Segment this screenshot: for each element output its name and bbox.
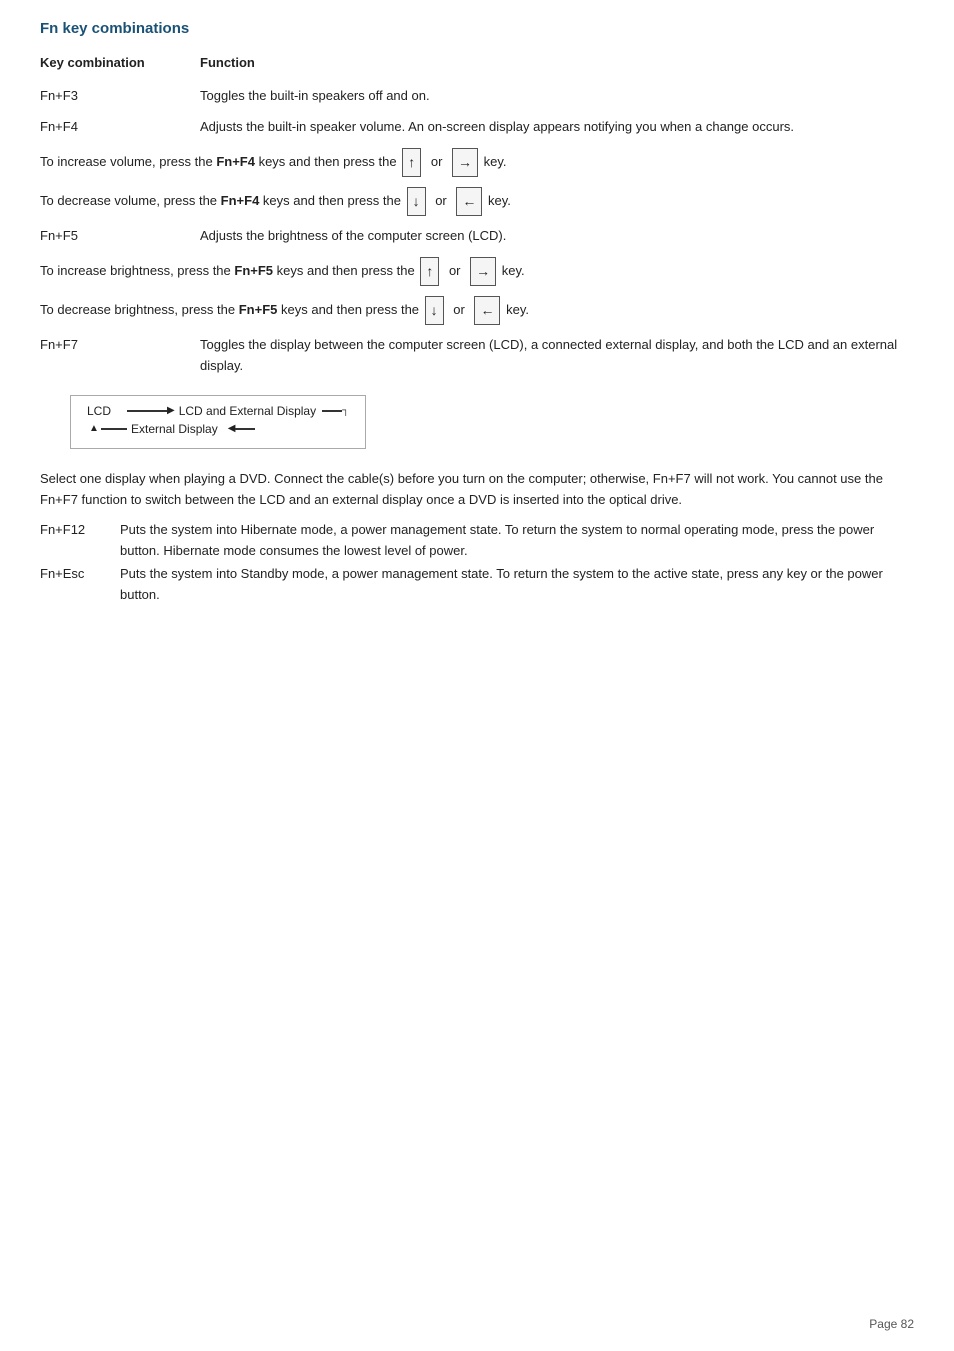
fn-f3-function: Toggles the built-in speakers off and on…: [200, 86, 914, 107]
fn-f7-entry: Fn+F7 Toggles the display between the co…: [40, 335, 914, 377]
table-header: Key combination Function: [40, 55, 914, 70]
volume-increase-text: To increase volume, press the: [40, 154, 216, 169]
volume-decrease-suffix: keys and then press the: [259, 193, 404, 208]
left-arrow-icon: ←: [456, 187, 482, 216]
fn-f12-entry: Fn+F12 Puts the system into Hibernate mo…: [40, 520, 914, 562]
fn-f5-entry: Fn+F5 Adjusts the brightness of the comp…: [40, 226, 914, 247]
lcd-label: LCD: [87, 404, 127, 418]
dense-entries: Fn+F12 Puts the system into Hibernate mo…: [40, 520, 914, 605]
up-arrow-icon: ↑: [402, 148, 421, 177]
key-text-4: key.: [506, 302, 529, 317]
volume-increase-suffix: keys and then press the: [255, 154, 400, 169]
page-number: Page 82: [869, 1317, 914, 1331]
fn-f7-key: Fn+F7: [40, 335, 200, 377]
up-arrow-icon-2: ↑: [420, 257, 439, 286]
fn-f4-key: Fn+F4: [40, 117, 200, 138]
fn-f4-entry: Fn+F4 Adjusts the built-in speaker volum…: [40, 117, 914, 138]
page-title: Fn key combinations: [40, 20, 914, 37]
key-combination-header: Key combination: [40, 55, 200, 70]
right-arrow-icon: →: [452, 148, 478, 177]
fn-f12-key: Fn+F12: [40, 520, 120, 562]
brightness-increase-suffix: keys and then press the: [273, 263, 418, 278]
brightness-increase-keys: Fn+F5: [234, 263, 273, 278]
select-dvd-text: Select one display when playing a DVD. C…: [40, 469, 914, 511]
brightness-increase-text: To increase brightness, press the: [40, 263, 234, 278]
key-text-1: key.: [484, 154, 507, 169]
brightness-decrease-text: To decrease brightness, press the: [40, 302, 239, 317]
fn-f5-key: Fn+F5: [40, 226, 200, 247]
volume-decrease-line: To decrease volume, press the Fn+F4 keys…: [40, 187, 914, 216]
key-text-3: key.: [502, 263, 525, 278]
fn-f12-function: Puts the system into Hibernate mode, a p…: [120, 520, 914, 562]
fn-esc-entry: Fn+Esc Puts the system into Standby mode…: [40, 564, 914, 606]
external-label: External Display: [131, 422, 218, 436]
volume-increase-line: To increase volume, press the Fn+F4 keys…: [40, 148, 914, 177]
lcd-diagram: LCD ▶ LCD and External Display ┐ ▲ Exter…: [70, 395, 366, 449]
key-text-2: key.: [488, 193, 511, 208]
fn-f7-function: Toggles the display between the computer…: [200, 335, 914, 377]
down-arrow-icon-2: ↓: [425, 296, 444, 325]
brightness-decrease-suffix: keys and then press the: [277, 302, 422, 317]
down-arrow-icon: ↓: [407, 187, 426, 216]
fn-f4-function: Adjusts the built-in speaker volume. An …: [200, 117, 914, 138]
or-text-2: or: [435, 193, 447, 208]
or-text-3: or: [449, 263, 461, 278]
brightness-decrease-keys: Fn+F5: [239, 302, 278, 317]
lcd-external-label: LCD and External Display: [179, 404, 316, 418]
fn-esc-key: Fn+Esc: [40, 564, 120, 606]
diagram-row-1: LCD ▶ LCD and External Display ┐: [87, 404, 349, 418]
or-text-4: or: [453, 302, 465, 317]
volume-decrease-keys: Fn+F4: [221, 193, 260, 208]
fn-esc-function: Puts the system into Standby mode, a pow…: [120, 564, 914, 606]
left-arrow-icon-2: ←: [474, 296, 500, 325]
volume-increase-keys: Fn+F4: [216, 154, 255, 169]
brightness-decrease-line: To decrease brightness, press the Fn+F5 …: [40, 296, 914, 325]
brightness-increase-line: To increase brightness, press the Fn+F5 …: [40, 257, 914, 286]
fn-f5-function: Adjusts the brightness of the computer s…: [200, 226, 914, 247]
volume-decrease-text: To decrease volume, press the: [40, 193, 221, 208]
function-header: Function: [200, 55, 255, 70]
diagram-arrow-right: ▶: [127, 405, 175, 416]
fn-f3-entry: Fn+F3 Toggles the built-in speakers off …: [40, 86, 914, 107]
diagram-row-2: ▲ External Display ◀: [87, 422, 349, 436]
or-text-1: or: [431, 154, 443, 169]
fn-f3-key: Fn+F3: [40, 86, 200, 107]
right-arrow-icon-2: →: [470, 257, 496, 286]
